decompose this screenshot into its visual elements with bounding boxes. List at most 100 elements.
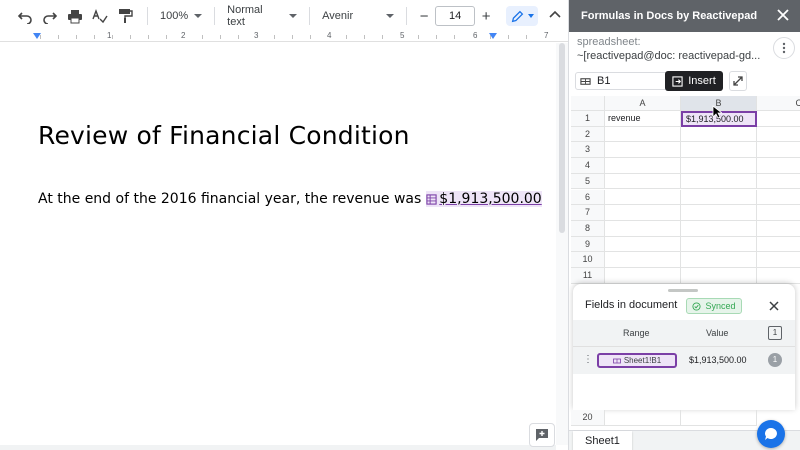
editing-mode-button[interactable] (506, 6, 538, 26)
column-header-a[interactable]: A (605, 96, 681, 111)
cell-a4[interactable] (605, 158, 681, 174)
cell-a2[interactable] (605, 126, 681, 143)
cell-b11[interactable] (681, 268, 757, 284)
cell-c1[interactable] (757, 111, 800, 127)
font-select[interactable]: Avenir (318, 5, 398, 27)
row-header-10[interactable]: 10 (571, 252, 605, 268)
row-header-2[interactable]: 2 (571, 126, 605, 143)
field-range-chip[interactable]: Sheet1!B1 (597, 353, 677, 368)
cell-b3[interactable] (681, 142, 757, 159)
cell-c4[interactable] (757, 158, 800, 174)
insert-button[interactable]: Insert (665, 71, 723, 91)
expand-button[interactable] (729, 71, 747, 91)
cell-c9[interactable] (757, 237, 800, 253)
right-indent-marker[interactable] (489, 33, 497, 39)
redo-icon (43, 12, 58, 24)
increase-font-size-button[interactable]: + (477, 6, 495, 26)
ruler-number: 1 (106, 31, 113, 40)
style-value: Normal text (227, 4, 263, 28)
undo-icon (17, 12, 32, 24)
cell-c2[interactable] (757, 127, 800, 143)
cell-c6[interactable] (757, 190, 800, 206)
decrease-font-size-button[interactable]: − (415, 6, 433, 26)
cell-b5[interactable] (681, 173, 757, 190)
ruler-number: 7 (543, 31, 550, 40)
drag-handle[interactable] (668, 289, 698, 292)
cell-a8[interactable] (605, 220, 681, 237)
document-page[interactable]: Review of Financial Condition At the end… (0, 43, 556, 445)
column-header-c[interactable]: C (757, 96, 800, 111)
fields-in-document-card: Fields in document Synced Range Value 1 … (573, 284, 795, 410)
row-header-4[interactable]: 4 (571, 158, 605, 174)
paint-format-button[interactable] (114, 5, 136, 27)
row-header-1[interactable]: 1 (571, 111, 605, 127)
cell-a9[interactable] (605, 236, 681, 253)
vertical-scrollbar[interactable] (556, 43, 568, 445)
row-header-6[interactable]: 6 (571, 189, 605, 206)
cell-a10[interactable] (605, 252, 681, 268)
zoom-select[interactable]: 100% (156, 5, 206, 27)
cell-a3[interactable] (605, 142, 681, 159)
cell-c10[interactable] (757, 252, 800, 268)
cell-a20[interactable] (605, 410, 681, 426)
font-size-input[interactable]: 14 (435, 6, 476, 26)
link-icon (612, 358, 621, 363)
chevron-up-icon[interactable] (548, 8, 562, 22)
document-title[interactable]: Review of Financial Condition (38, 121, 410, 150)
cell-a6[interactable] (605, 189, 681, 206)
grid-corner[interactable] (571, 96, 605, 111)
cell-c7[interactable] (757, 205, 800, 221)
field-row-menu-button[interactable]: ⋮ (583, 355, 593, 365)
field-row[interactable]: ⋮ Sheet1!B1 $1,913,500.00 1 (573, 346, 795, 374)
toolbar-divider (214, 7, 216, 25)
cell-b9[interactable] (681, 236, 757, 253)
cell-b7[interactable] (681, 205, 757, 221)
toolbar-divider (406, 7, 408, 25)
row-header-3[interactable]: 3 (571, 142, 605, 159)
style-select[interactable]: Normal text (223, 4, 301, 28)
cell-a7[interactable] (605, 205, 681, 221)
document-paragraph[interactable]: At the end of the 2016 financial year, t… (38, 191, 542, 207)
cell-b8[interactable] (681, 220, 757, 237)
cell-b6[interactable] (681, 189, 757, 206)
close-icon[interactable] (776, 8, 790, 22)
undo-button[interactable] (14, 5, 36, 27)
close-icon[interactable] (768, 300, 780, 312)
row-header-5[interactable]: 5 (571, 173, 605, 190)
row-header-11[interactable]: 11 (571, 268, 605, 284)
ruler-number: 4 (326, 31, 333, 40)
scrollbar-thumb[interactable] (559, 43, 565, 233)
row-header-20[interactable]: 20 (571, 410, 605, 426)
chat-support-button[interactable] (757, 420, 785, 448)
cell-b4[interactable] (681, 158, 757, 174)
cell-a5[interactable] (605, 173, 681, 190)
cell-c3[interactable] (757, 142, 800, 159)
row-header-8[interactable]: 8 (571, 220, 605, 237)
check-circle-icon (692, 301, 702, 311)
horizontal-ruler[interactable]: 1 2 3 4 5 6 7 (0, 31, 568, 42)
font-value: Avenir (322, 10, 354, 22)
cell-c8[interactable] (757, 221, 800, 237)
print-button[interactable] (64, 5, 86, 27)
redo-button[interactable] (39, 5, 61, 27)
cell-b2[interactable] (681, 126, 757, 143)
cell-b10[interactable] (681, 252, 757, 268)
cell-a11[interactable] (605, 268, 681, 284)
cell-c11[interactable] (757, 268, 800, 284)
paint-roller-icon (119, 9, 133, 23)
inserted-field-chip[interactable]: $1,913,500.00 (426, 191, 542, 207)
toolbar-divider (147, 7, 148, 25)
left-indent-marker[interactable] (33, 33, 41, 39)
horizontal-scrollbar[interactable] (0, 445, 556, 450)
spreadsheet-menu-button[interactable] (773, 37, 795, 59)
row-header-9[interactable]: 9 (571, 236, 605, 253)
spellcheck-button[interactable] (89, 5, 111, 27)
explore-button[interactable] (529, 423, 555, 447)
row-header-7[interactable]: 7 (571, 205, 605, 221)
insert-icon (672, 75, 683, 87)
insert-label: Insert (688, 75, 716, 87)
cell-a1[interactable]: revenue (605, 111, 681, 127)
cell-c5[interactable] (757, 174, 800, 190)
cell-b20[interactable] (681, 410, 757, 426)
sheet-tab[interactable]: Sheet1 (573, 431, 632, 450)
